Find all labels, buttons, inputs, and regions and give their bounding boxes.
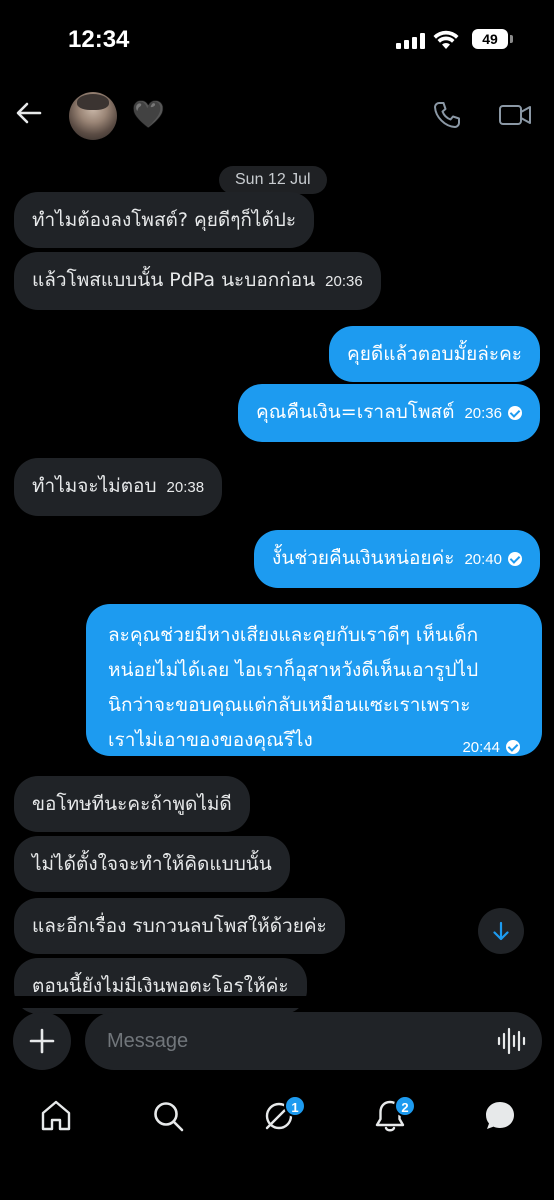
message-text: คุยดีแล้วตอบมั้ยล่ะคะ — [347, 343, 522, 365]
add-attachment-button[interactable] — [13, 1012, 71, 1070]
message-input[interactable] — [85, 1012, 542, 1070]
message-outgoing[interactable]: ละคุณช่วยมีหางเสียงและคุยกับเราดีๆ เห็นเ… — [86, 604, 542, 756]
message-time: 20:40 — [464, 551, 502, 568]
message-time: 20:36 — [464, 405, 502, 422]
message-text: งั้นช่วยคืนเงินหน่อยค่ะ — [272, 547, 455, 569]
message-time: 20:38 — [166, 479, 205, 496]
message-incoming[interactable]: ทำไมต้องลงโพสต์? คุยดีๆก็ได้ปะ — [14, 192, 315, 248]
chat-bubble-icon[interactable] — [482, 1098, 518, 1134]
message-text: แล้วโพสแบบนั้น PdPa นะบอกก่อน — [32, 269, 316, 291]
message-text: ขอโทษทีนะคะถ้าพูดไม่ดี — [32, 793, 232, 815]
conversation-header: 🖤 — [0, 84, 554, 154]
message-text-line: เราไม่เอาของของคุณรึไง — [108, 729, 313, 751]
cellular-signal-icon — [396, 33, 426, 49]
grok-badge: 1 — [284, 1095, 306, 1117]
scroll-to-bottom-button[interactable] — [478, 908, 524, 954]
arrow-down-icon — [493, 921, 509, 941]
home-icon[interactable] — [38, 1098, 74, 1134]
notifications-badge: 2 — [394, 1095, 416, 1117]
battery-cap — [510, 35, 513, 43]
message-outgoing[interactable]: คุณคืนเงิน=เราลบโพสต์ 20:36 — [238, 384, 540, 442]
message-incoming[interactable]: ขอโทษทีนะคะถ้าพูดไม่ดี — [14, 776, 250, 832]
read-check-icon — [508, 406, 522, 420]
message-text: คุณคืนเงิน=เราลบโพสต์ — [256, 401, 455, 423]
message-incoming[interactable]: และอีกเรื่อง รบกวนลบโพสให้ด้วยค่ะ — [14, 898, 345, 954]
message-outgoing[interactable]: คุยดีแล้วตอบมั้ยล่ะคะ — [329, 326, 540, 382]
message-text: ทำไมต้องลงโพสต์? คุยดีๆก็ได้ปะ — [32, 209, 297, 231]
message-text: ทำไมจะไม่ตอบ — [32, 475, 157, 497]
status-time: 12:34 — [68, 26, 130, 53]
wifi-icon — [433, 30, 459, 49]
message-text: ตอนนี้ยังไม่มีเงินพอตะโอรให้ค่ะ — [32, 975, 289, 997]
message-time: 20:44 — [462, 739, 500, 756]
status-bar: 12:34 49 — [0, 0, 554, 84]
message-text: ไม่ได้ตั้งใจจะทำให้คิดแบบนั้น — [32, 853, 272, 875]
message-incoming[interactable]: แล้วโพสแบบนั้น PdPa นะบอกก่อน 20:36 — [14, 252, 381, 310]
contact-name[interactable]: 🖤 — [132, 100, 164, 130]
message-incoming[interactable]: ทำไมจะไม่ตอบ 20:38 — [14, 458, 223, 516]
message-time: 20:36 — [325, 273, 363, 290]
voice-waveform-icon[interactable] — [497, 1027, 527, 1055]
message-text: และอีกเรื่อง รบกวนลบโพสให้ด้วยค่ะ — [32, 915, 327, 937]
read-check-icon — [506, 740, 520, 754]
phone-icon[interactable] — [432, 100, 462, 130]
video-icon[interactable] — [498, 100, 532, 130]
list-clip-mask — [0, 996, 554, 1008]
message-incoming[interactable]: ไม่ได้ตั้งใจจะทำให้คิดแบบนั้น — [14, 836, 290, 892]
date-separator: Sun 12 Jul — [219, 166, 327, 194]
battery-indicator: 49 — [472, 29, 508, 49]
back-arrow-icon[interactable] — [14, 98, 44, 128]
message-text-line: นิกว่าจะขอบคุณแต่กลับเหมือนแซะเราเพราะ — [108, 694, 471, 716]
message-outgoing[interactable]: งั้นช่วยคืนเงินหน่อยค่ะ 20:40 — [254, 530, 540, 588]
read-check-icon — [508, 552, 522, 566]
search-icon[interactable] — [150, 1098, 186, 1134]
message-text-line: ละคุณช่วยมีหางเสียงและคุยกับเราดีๆ เห็นเ… — [108, 624, 479, 646]
contact-avatar[interactable] — [69, 92, 117, 140]
message-text-line: หน่อยไม่ได้เลย ไอเราก็อุสาหวังดีเห็นเอาร… — [108, 659, 479, 681]
plus-icon — [29, 1028, 55, 1054]
